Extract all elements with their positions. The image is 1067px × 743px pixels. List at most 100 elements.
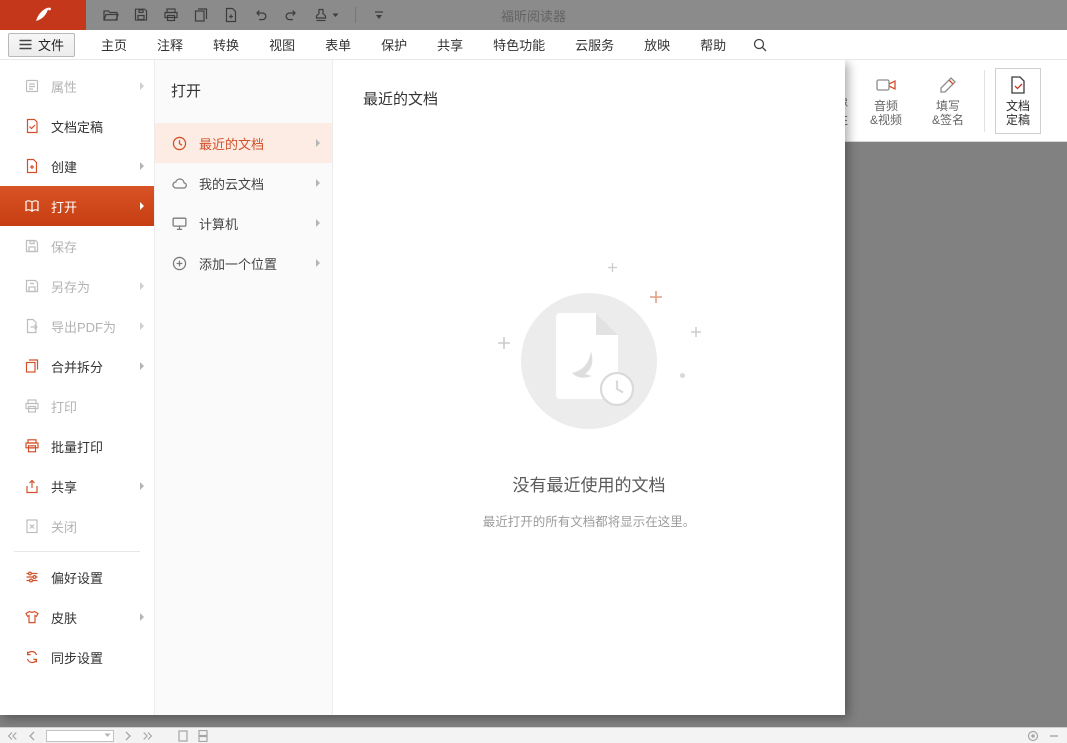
ribbon-item-fill-sign[interactable]: 填写 &签名 (922, 75, 974, 127)
empty-state-title: 没有最近使用的文档 (363, 471, 815, 496)
tab-protect[interactable]: 保护 (381, 35, 407, 54)
submenu-arrow-icon (316, 219, 320, 227)
tab-present[interactable]: 放映 (644, 35, 670, 54)
ribbon-peek-group: 像 注 音频 &视频 填写 &签名 文档 定稿 (836, 60, 1041, 142)
printer-icon (24, 398, 40, 414)
tab-convert[interactable]: 转换 (213, 35, 239, 54)
sidebar-item-share[interactable]: 共享 (0, 466, 154, 506)
tab-home[interactable]: 主页 (101, 35, 127, 54)
page-layout-continuous-icon[interactable] (198, 730, 208, 742)
zoom-out-icon[interactable] (1049, 731, 1059, 741)
redo-icon[interactable] (283, 7, 299, 23)
copy-file-icon[interactable] (193, 7, 209, 23)
tab-features[interactable]: 特色功能 (493, 35, 545, 54)
submenu-arrow-icon (140, 202, 144, 210)
properties-icon (24, 78, 40, 94)
recent-documents-content: 最近的文档 没有最近使用的文档 最近打开的所有文档都将显示在这里。 (333, 60, 845, 715)
first-page-icon[interactable] (6, 731, 18, 741)
submenu-arrow-icon (316, 139, 320, 147)
zoom-indicator-icon[interactable] (1027, 730, 1039, 742)
sidebar-item-print[interactable]: 打印 (0, 386, 154, 426)
export-pdf-icon (24, 318, 40, 334)
tab-comment[interactable]: 注释 (157, 35, 183, 54)
sidebar-item-properties[interactable]: 属性 (0, 66, 154, 106)
file-menu-label: 文件 (38, 35, 64, 54)
ribbon-group-divider (984, 70, 985, 132)
sidebar-item-close[interactable]: 关闭 (0, 506, 154, 546)
sidebar-item-skin[interactable]: 皮肤 (0, 597, 154, 637)
open-item-add-place[interactable]: 添加一个位置 (155, 243, 332, 283)
quick-access-customize-icon[interactable] (372, 8, 386, 22)
submenu-arrow-icon (316, 179, 320, 187)
sidebar-item-combine-split[interactable]: 合并拆分 (0, 346, 154, 386)
hamburger-icon (19, 39, 32, 50)
sparkle-plus-icon (608, 263, 617, 272)
finalize-doc-icon (1008, 75, 1028, 95)
open-item-recent-documents[interactable]: 最近的文档 (155, 123, 332, 163)
last-page-icon[interactable] (142, 731, 154, 741)
prev-page-icon[interactable] (28, 731, 36, 741)
clock-icon (171, 135, 188, 152)
sidebar-item-preferences[interactable]: 偏好设置 (0, 557, 154, 597)
tab-share[interactable]: 共享 (437, 35, 463, 54)
submenu-arrow-icon (140, 362, 144, 370)
open-panel-title: 打开 (171, 80, 332, 101)
file-menu-button[interactable]: 文件 (8, 33, 75, 57)
submenu-arrow-icon (140, 613, 144, 621)
submenu-arrow-icon (140, 482, 144, 490)
page-number-input[interactable] (46, 730, 114, 742)
cloud-icon (171, 175, 188, 192)
backstage-sidebar: 属性 文档定稿 创建 打开 保存 另存为 导出PDF为 (0, 60, 155, 715)
empty-docs-illustration (454, 261, 724, 461)
sidebar-item-open[interactable]: 打开 (0, 186, 154, 226)
sidebar-item-batch-print[interactable]: 批量打印 (0, 426, 154, 466)
new-file-icon[interactable] (223, 7, 239, 23)
tab-view[interactable]: 视图 (269, 35, 295, 54)
sidebar-item-save-as[interactable]: 另存为 (0, 266, 154, 306)
undo-icon[interactable] (253, 7, 269, 23)
next-page-icon[interactable] (124, 731, 132, 741)
submenu-arrow-icon (316, 259, 320, 267)
content-title: 最近的文档 (363, 88, 815, 109)
page-layout-icon[interactable] (178, 730, 188, 742)
foxit-logo-icon[interactable] (0, 0, 86, 30)
preferences-icon (24, 569, 40, 585)
file-backstage-menu: 属性 文档定稿 创建 打开 保存 另存为 导出PDF为 (0, 60, 845, 715)
open-item-cloud-documents[interactable]: 我的云文档 (155, 163, 332, 203)
open-folder-icon[interactable] (102, 7, 119, 23)
submenu-arrow-icon (140, 282, 144, 290)
ribbon-item-audio-video[interactable]: 音频 &视频 (860, 75, 912, 127)
close-doc-icon (24, 518, 40, 534)
skin-icon (24, 609, 40, 625)
empty-circle-graphic (454, 261, 724, 461)
fill-sign-icon (938, 75, 958, 95)
sparkle-plus-icon (498, 337, 510, 349)
sidebar-item-sync-settings[interactable]: 同步设置 (0, 637, 154, 677)
save-icon (24, 238, 40, 254)
search-icon[interactable] (752, 37, 768, 53)
open-book-icon (24, 198, 40, 214)
sidebar-item-create[interactable]: 创建 (0, 146, 154, 186)
save-icon[interactable] (133, 7, 149, 23)
share-icon (24, 478, 40, 494)
ribbon-item-doc-finalize[interactable]: 文档 定稿 (995, 68, 1041, 134)
print-icon[interactable] (163, 7, 179, 23)
batch-print-icon (24, 438, 40, 454)
tab-cloud[interactable]: 云服务 (575, 35, 614, 54)
tab-form[interactable]: 表单 (325, 35, 351, 54)
toolbar-divider (355, 7, 356, 23)
tab-help[interactable]: 帮助 (700, 35, 726, 54)
stamp-tool-icon[interactable] (313, 7, 339, 23)
sidebar-item-doc-finalize[interactable]: 文档定稿 (0, 106, 154, 146)
save-as-icon (24, 278, 40, 294)
empty-state-subtitle: 最近打开的所有文档都将显示在这里。 (363, 511, 815, 530)
create-icon (24, 158, 40, 174)
menubar: 文件 主页 注释 转换 视图 表单 保护 共享 特色功能 云服务 放映 帮助 (0, 30, 1067, 60)
sidebar-item-export-pdf[interactable]: 导出PDF为 (0, 306, 154, 346)
doc-finalize-icon (24, 118, 40, 134)
submenu-arrow-icon (140, 162, 144, 170)
open-item-computer[interactable]: 计算机 (155, 203, 332, 243)
audio-video-icon (875, 75, 897, 95)
sparkle-dot (680, 373, 685, 378)
sidebar-item-save[interactable]: 保存 (0, 226, 154, 266)
